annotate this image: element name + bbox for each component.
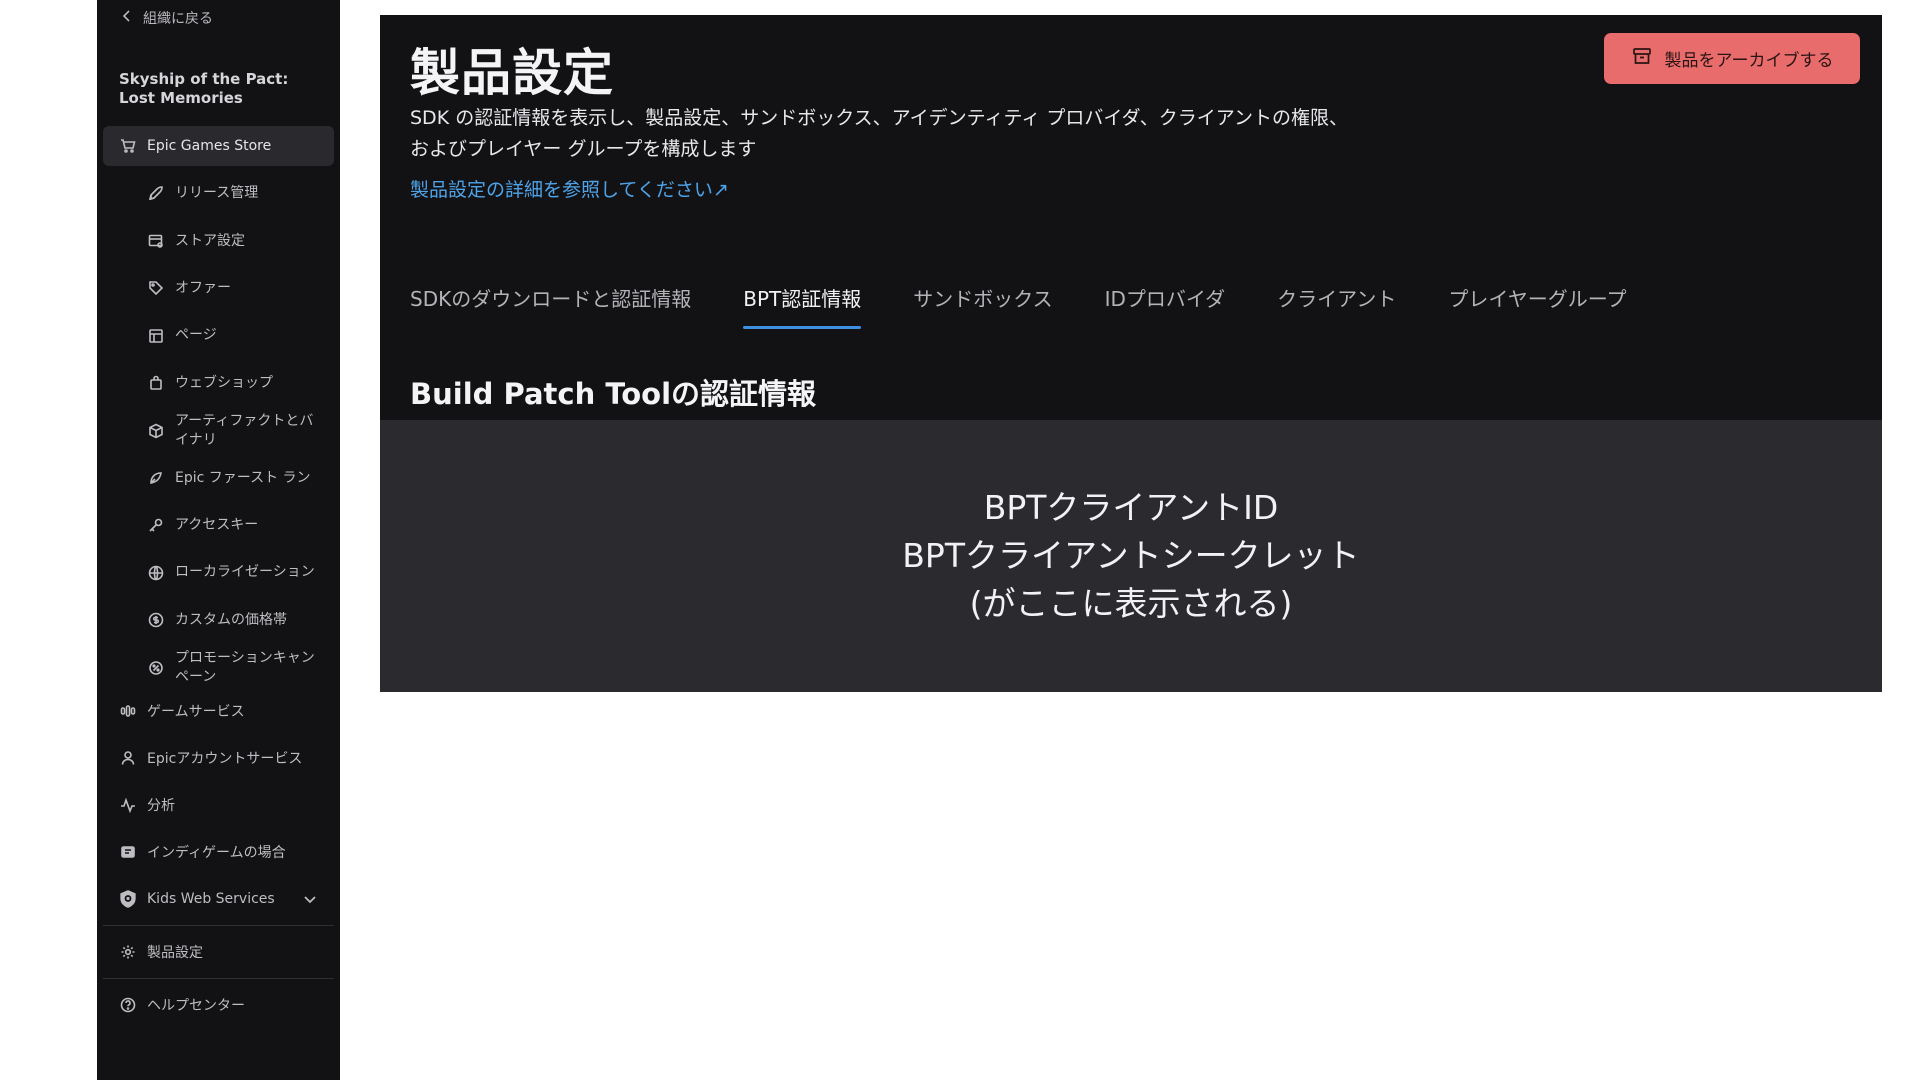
page-title: 製品設定 (410, 44, 614, 102)
activity-icon (119, 796, 137, 814)
gear-icon (119, 943, 137, 961)
back-link-label: 組織に戻る (143, 11, 213, 27)
first-run-icon (147, 469, 165, 487)
sidebar-item-epic-games-store[interactable]: Epic Games Store (103, 126, 334, 166)
sidebar-item-store-settings[interactable]: ストア設定 (97, 217, 340, 264)
back-to-organization-link[interactable]: 組織に戻る (121, 8, 213, 28)
sidebar-item-offers[interactable]: オファー (97, 265, 340, 312)
archive-icon (1631, 45, 1653, 72)
sidebar-item-webshop[interactable]: ウェブショップ (97, 360, 340, 407)
tab-identity-providers[interactable]: IDプロバイダ (1105, 283, 1226, 329)
page-description: SDK の認証情報を表示し、製品設定、サンドボックス、アイデンティティ プロバイ… (410, 107, 1348, 160)
sidebar-item-label: ウェブショップ (175, 374, 273, 391)
sidebar-item-custom-price-tiers[interactable]: カスタムの価格帯 (97, 597, 340, 644)
sidebar-item-label: ストア設定 (175, 232, 245, 249)
sidebar-item-kids-web-services[interactable]: Kids Web Services (97, 879, 340, 919)
sidebar-item-label: Epicアカウントサービス (147, 751, 303, 768)
sidebar-item-release-management[interactable]: リリース管理 (97, 170, 340, 217)
organization-product-name: Skyship of the Pact: Lost Memories (119, 70, 289, 107)
sidebar-item-label: ページ (175, 327, 217, 344)
sidebar-item-label: カスタムの価格帯 (175, 611, 287, 628)
user-icon (119, 749, 137, 767)
tab-sdk-download[interactable]: SDKのダウンロードと認証情報 (410, 283, 691, 329)
chevron-left-icon (121, 10, 133, 26)
archive-product-button[interactable]: 製品をアーカイブする (1604, 33, 1860, 84)
cart-icon (119, 137, 137, 155)
sidebar-item-label: リリース管理 (175, 185, 259, 202)
store-settings-icon (147, 232, 165, 250)
sidebar-item-label: アクセスキー (175, 516, 259, 533)
bpt-credentials-panel: BPTクライアントID BPTクライアントシークレット (がここに表示される) (380, 420, 1882, 692)
sidebar-item-analytics[interactable]: 分析 (97, 785, 340, 825)
sidebar-item-account-services[interactable]: Epicアカウントサービス (97, 738, 340, 778)
box-icon (147, 422, 165, 440)
sidebar-nav: Epic Games Store リリース管理 ストア設定 オファー ページ ウ… (97, 126, 340, 1025)
divider (103, 925, 334, 927)
shield-icon (119, 890, 137, 909)
layout-icon (147, 327, 165, 345)
sidebar-item-help-center[interactable]: ヘルプセンター (97, 985, 340, 1025)
sidebar-item-label: Epic Games Store (147, 138, 272, 154)
badge-icon (147, 659, 165, 677)
divider (103, 978, 334, 980)
settings-tabs: SDKのダウンロードと認証情報 BPT認証情報 サンドボックス IDプロバイダ … (410, 283, 1679, 329)
sidebar-item-label: ヘルプセンター (147, 998, 245, 1015)
sidebar-item-label: ゲームサービス (147, 704, 245, 721)
sidebar-item-label: アーティファクトとバイナリ (175, 412, 314, 448)
sidebar-item-label: オファー (175, 279, 231, 296)
bpt-client-secret-label: BPTクライアントシークレット (902, 536, 1360, 575)
sidebar-item-label: プロモーションキャンペーン (175, 649, 315, 685)
shopping-bag-icon (147, 374, 165, 392)
sidebar-item-indie-games[interactable]: インディゲームの場合 (97, 832, 340, 872)
section-title: Build Patch Toolの認証情報 (410, 377, 817, 411)
sidebar-item-access-keys[interactable]: アクセスキー (97, 502, 340, 549)
dollar-icon (147, 611, 165, 629)
sidebar-item-label: Epic ファースト ラン (175, 469, 311, 486)
sidebar-item-label: Kids Web Services (147, 891, 275, 908)
rocket-icon (147, 185, 165, 203)
key-icon (147, 516, 165, 534)
sidebar-item-localization[interactable]: ローカライゼーション (97, 549, 340, 596)
sidebar-item-artifacts-binaries[interactable]: アーティファクトとバイナリ (97, 407, 340, 454)
sidebar-item-pages[interactable]: ページ (97, 312, 340, 359)
tab-clients[interactable]: クライアント (1277, 283, 1396, 329)
indie-icon (119, 843, 137, 861)
sidebar: 組織に戻る Skyship of the Pact: Lost Memories… (97, 0, 340, 1080)
sidebar-item-epic-first-run[interactable]: Epic ファースト ラン (97, 454, 340, 501)
sidebar-item-label: ローカライゼーション (175, 564, 315, 581)
tag-icon (147, 279, 165, 297)
sidebar-item-label: 製品設定 (147, 945, 203, 962)
tab-player-groups[interactable]: プレイヤーグループ (1448, 283, 1626, 329)
sidebar-item-promotion-campaigns[interactable]: プロモーションキャンペーン (97, 644, 340, 691)
help-icon (119, 996, 137, 1014)
learn-more-link[interactable]: 製品設定の詳細を参照してください↗ (410, 175, 729, 202)
product-settings-header-panel: 製品設定 SDK の認証情報を表示し、製品設定、サンドボックス、アイデンティティ… (380, 15, 1882, 420)
sidebar-item-game-services[interactable]: ゲームサービス (97, 691, 340, 731)
sidebar-item-product-settings[interactable]: 製品設定 (97, 932, 340, 972)
game-services-icon (119, 702, 137, 720)
sidebar-item-label: インディゲームの場合 (147, 845, 286, 862)
archive-button-label: 製品をアーカイブする (1664, 51, 1834, 71)
bpt-client-id-label: BPTクライアントID (983, 488, 1279, 527)
placeholder-note: (がここに表示される) (969, 584, 1293, 623)
sidebar-item-label: 分析 (147, 798, 175, 815)
tab-bpt-credentials[interactable]: BPT認証情報 (743, 283, 862, 329)
chevron-down-icon[interactable] (302, 891, 318, 911)
tab-sandboxes[interactable]: サンドボックス (913, 283, 1052, 329)
globe-icon (147, 564, 165, 582)
